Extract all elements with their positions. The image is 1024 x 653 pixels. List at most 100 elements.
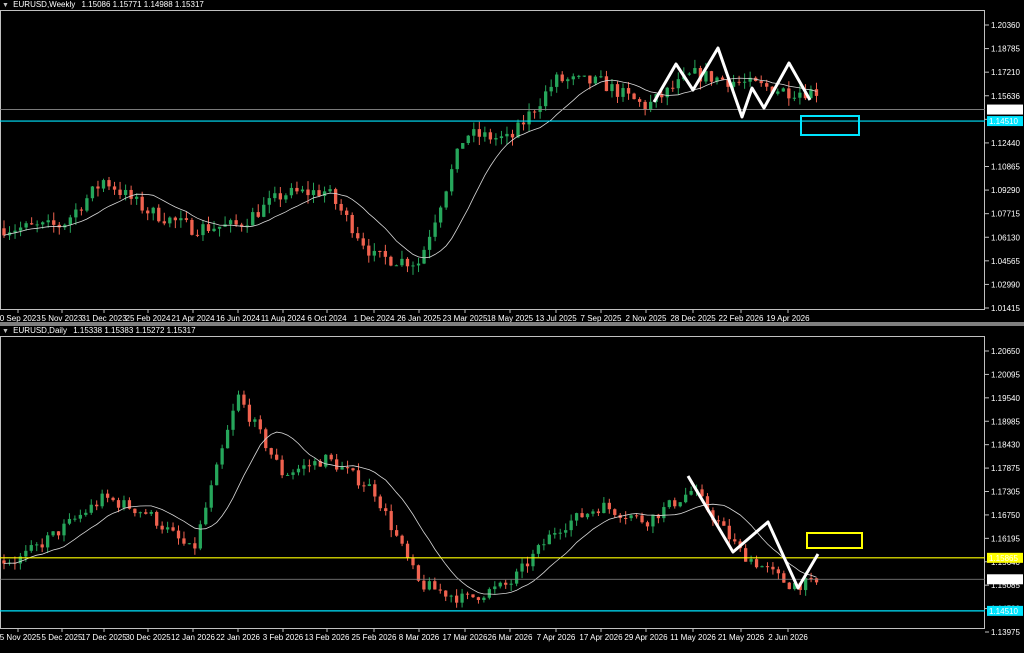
candle-body: [416, 263, 421, 266]
candle-body: [367, 484, 372, 487]
x-tick-label: 22 Jan 2026: [216, 633, 261, 642]
candle-body: [613, 509, 617, 515]
y-tick-label: 1.17875: [991, 464, 1020, 473]
y-tick-label: 1.20360: [991, 21, 1020, 30]
candle-body: [62, 523, 66, 536]
y-tick-label: 1.12440: [991, 139, 1020, 148]
candle-body: [566, 79, 570, 82]
candle-body: [46, 220, 50, 223]
candle-body: [351, 468, 355, 471]
candle-body: [269, 448, 273, 455]
x-tick-label: 2 Nov 2025: [626, 314, 667, 322]
candle-body: [400, 258, 404, 266]
candle-body: [179, 218, 183, 221]
candle-body: [754, 559, 759, 568]
candle-body: [776, 91, 780, 94]
candle-body: [389, 256, 393, 266]
candle-body: [538, 106, 542, 112]
candle-body: [198, 524, 202, 549]
candle-body: [18, 227, 23, 231]
candle-body: [588, 75, 592, 84]
x-tick-label: 11 Aug 2024: [261, 314, 306, 322]
y-tick-label: 1.07715: [991, 210, 1020, 219]
daily-chart-svg[interactable]: 1.20650 1.20095 1.19540 1.18985 1.18430 1.178…: [0, 326, 1024, 653]
candle-body: [201, 224, 205, 236]
y-tick-label: 1.02990: [991, 280, 1020, 289]
daily-chart-panel[interactable]: 1.20650 1.20095 1.19540 1.18985 1.18430 1.178…: [0, 326, 1024, 653]
candle-body: [302, 465, 306, 469]
candle-body: [765, 566, 770, 568]
candle-body: [212, 228, 216, 232]
candle-body: [247, 404, 252, 422]
candle-body: [591, 511, 595, 514]
yellow-target-box: [806, 532, 863, 549]
candle-body: [676, 79, 680, 89]
y-tick-label: 1.16195: [991, 534, 1020, 543]
candle-body: [643, 101, 647, 111]
candle-body: [35, 224, 39, 226]
candle-body: [427, 236, 432, 250]
candle-body: [645, 522, 650, 527]
y-tick-label: 1.19540: [991, 394, 1020, 403]
chart-menu-triangle-icon[interactable]: ▼: [2, 2, 9, 9]
candle-body: [684, 494, 688, 503]
candle-body: [29, 223, 34, 225]
candle-body: [253, 419, 257, 422]
candle-body: [89, 504, 93, 513]
candle-body: [449, 595, 453, 597]
candle-body: [472, 129, 476, 136]
candle-body: [339, 203, 343, 211]
candle-body: [267, 198, 271, 205]
candle-body: [629, 515, 633, 519]
y-tick-label: 1.15636: [991, 92, 1020, 101]
y-tick-label: 1.04565: [991, 257, 1020, 266]
candle-body: [722, 521, 726, 526]
candle-body: [438, 589, 442, 591]
candle-body: [51, 531, 55, 536]
candle-body: [190, 219, 194, 235]
candle-body: [560, 74, 564, 82]
candle-body: [378, 250, 382, 252]
candle-body: [394, 265, 399, 267]
candle-body: [520, 563, 524, 572]
x-tick-label: 12 Jan 2026: [171, 633, 216, 642]
candle-body: [649, 101, 653, 111]
candle-body: [504, 582, 508, 585]
candle-body: [78, 514, 82, 519]
weekly-chart-svg[interactable]: 1.203601.187851.172101.156361.140101.124…: [0, 0, 1024, 322]
candle-body: [400, 535, 404, 544]
candle-body: [160, 525, 164, 530]
y-tick-label: 1.18985: [991, 417, 1020, 426]
price-tag-label: 1.15317: [989, 106, 1018, 115]
candle-body: [771, 566, 775, 570]
candle-body: [372, 250, 376, 256]
candle-body: [2, 228, 6, 236]
candle-body: [356, 233, 360, 239]
candle-body: [96, 186, 100, 189]
candle-body: [40, 544, 44, 548]
candle-body: [759, 81, 763, 84]
x-tick-label: 16 Jun 2024: [216, 314, 261, 322]
candle-body: [427, 581, 431, 590]
plot-frame: [0, 336, 985, 629]
chart-menu-triangle-icon[interactable]: ▼: [2, 328, 9, 335]
candle-body: [498, 582, 502, 587]
candle-body: [289, 187, 294, 196]
candle-body: [604, 76, 609, 92]
candle-body: [209, 485, 213, 508]
candle-body: [433, 222, 437, 237]
candle-body: [284, 195, 288, 200]
candle-body: [116, 500, 121, 508]
candle-body: [157, 207, 161, 222]
daily-ohlc-values: 1.15338 1.15383 1.15272 1.15317: [73, 326, 196, 335]
candle-body: [273, 193, 277, 199]
candle-body: [215, 464, 219, 486]
candle-body: [236, 394, 241, 411]
x-tick-label: 2 Jun 2026: [768, 633, 808, 642]
candle-body: [482, 597, 486, 600]
candle-body: [471, 594, 475, 598]
weekly-chart-panel[interactable]: 1.203601.187851.172101.156361.140101.124…: [0, 0, 1024, 322]
weekly-ohlc-values: 1.15086 1.15771 1.14988 1.15317: [81, 0, 204, 9]
candle-body: [454, 595, 459, 603]
candle-body: [56, 531, 61, 536]
